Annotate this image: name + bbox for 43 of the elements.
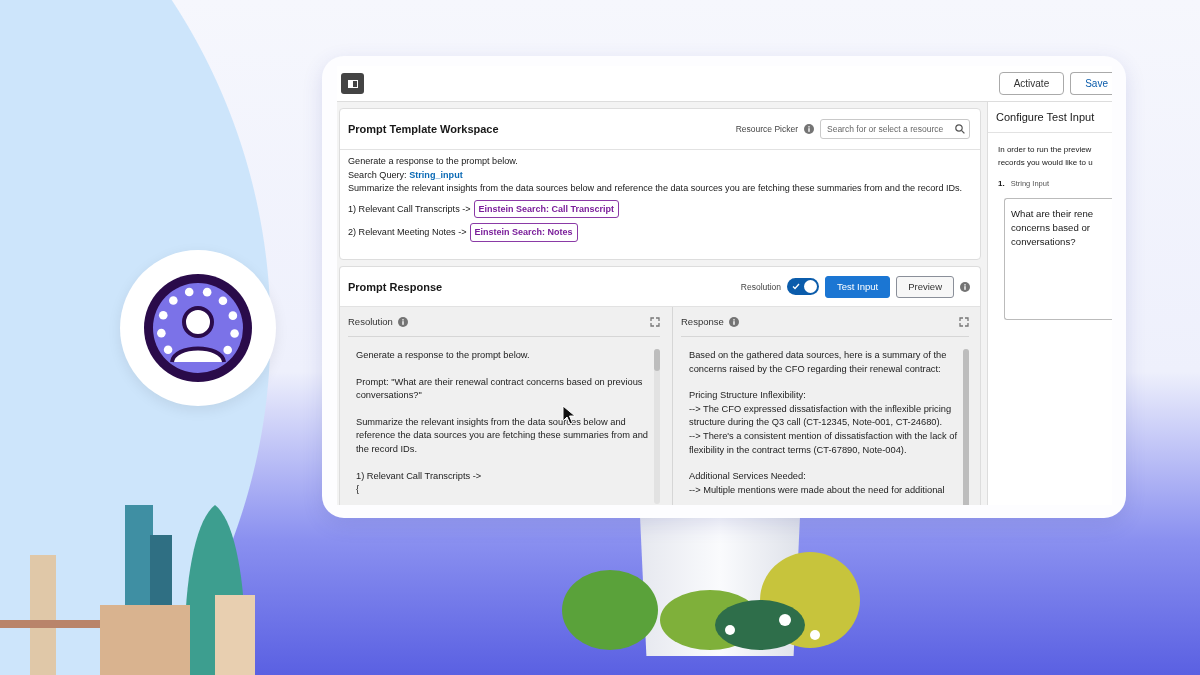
expand-icon[interactable]	[650, 316, 660, 327]
field-number: 1.	[998, 178, 1005, 190]
paragraph: Based on the gathered data sources, here is a summary of the concerns raised by the CFO regarding their renewal contract:	[689, 349, 947, 376]
paragraph: Generate a response to the prompt below.	[356, 349, 530, 362]
panel-toggle-button[interactable]	[341, 73, 364, 94]
prompt-text: Search Query: String_input	[348, 168, 464, 181]
activate-button[interactable]: Activate	[998, 72, 1065, 95]
panel-icon	[347, 79, 358, 88]
resource-search-field[interactable]: Search for or select a resource	[820, 119, 970, 139]
prompt-text: Generate a response to the prompt below.	[348, 155, 519, 168]
paragraph: Prompt: "What are their renewal contract concerns based on previous conversations?"	[356, 375, 643, 403]
paragraph: Additional Services Needed: --> Multiple mentions were made about the need for additional	[689, 470, 945, 497]
toggle-switch[interactable]	[787, 278, 819, 295]
panel-title: Configure Test Input	[996, 111, 1095, 123]
expand-icon[interactable]	[959, 316, 969, 327]
test-input-button[interactable]: Test Input	[825, 275, 891, 298]
toggle-label: Resolution	[740, 281, 781, 292]
scrollbar[interactable]	[654, 349, 660, 504]
paragraph: 1) Relevant Call Transcripts -> {	[356, 469, 482, 497]
info-icon	[804, 124, 814, 134]
info-icon	[960, 281, 970, 292]
search-icon	[955, 124, 965, 134]
card-title: Prompt Response	[348, 280, 443, 293]
source-label: 1) Relevant Call Transcripts ->	[348, 202, 471, 215]
merge-field-tag[interactable]: Einstein Search: Call Transcript	[473, 199, 620, 218]
source-label: 2) Relevant Meeting Notes ->	[348, 226, 467, 239]
paragraph: Summarize the relevant insights from the data sources below and reference the data sources you are fetching these summaries from and the record IDs.	[356, 415, 648, 456]
paragraph: Pricing Structure Inflexibility: --> The CFO expressed dissatisfaction with the inflexible pricing structure during the Q3 call (CT-12345, Note-001, CT-24680). --> There's a consistent mention of dissatisfaction with the lack of flexibility in the contract terms (CT-67890, Note-004).	[689, 389, 957, 457]
pane-title: Response	[681, 316, 724, 327]
info-icon	[728, 316, 739, 327]
pane-title: Resolution	[348, 316, 393, 327]
info-icon	[397, 316, 408, 327]
prompt-text: Summarize the relevant insights from the data sources below and reference the data sources you are fetching these summaries from and the record IDs.	[348, 182, 964, 195]
resource-picker-label: Resource Picker	[735, 124, 798, 134]
preview-button[interactable]: Preview	[896, 275, 954, 298]
instructions-text: In order to run the preview records you would like to u	[998, 144, 1094, 169]
scrollbar[interactable]	[963, 349, 969, 504]
check-icon	[792, 283, 800, 290]
string-input-field[interactable]: What are their rene concerns based or conversations?	[1004, 198, 1112, 320]
save-button[interactable]: Save	[1070, 72, 1112, 95]
merge-field-tag[interactable]: Einstein Search: Notes	[469, 223, 578, 242]
person-dial-icon	[142, 272, 254, 384]
card-title: Prompt Template Workspace	[348, 123, 499, 135]
